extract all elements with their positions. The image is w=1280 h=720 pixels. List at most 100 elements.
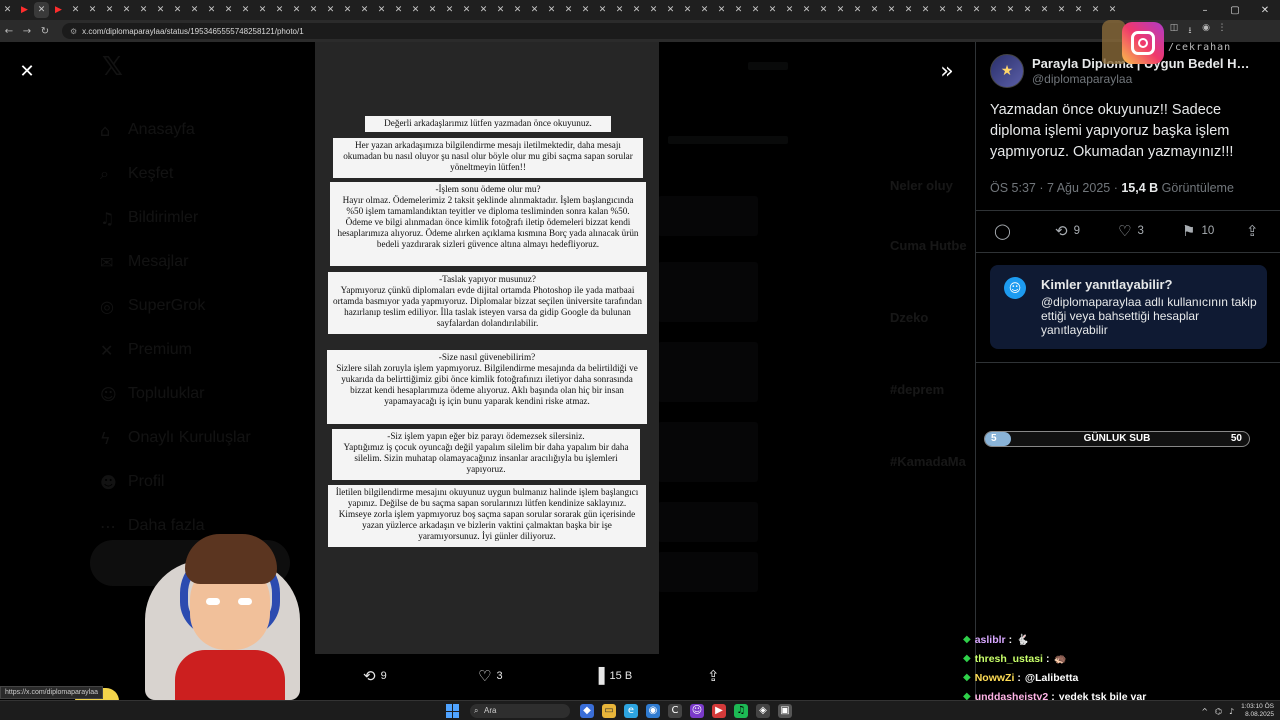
browser-tab[interactable]: ✕ bbox=[493, 2, 508, 18]
browser-tab[interactable]: ✕ bbox=[595, 2, 610, 18]
browser-tab[interactable]: ✕ bbox=[238, 2, 253, 18]
browser-tab[interactable]: ✕ bbox=[1020, 2, 1035, 18]
address-bar[interactable]: ⚙ x.com/diplomaparaylaa/status/195346555… bbox=[62, 23, 1142, 39]
back-icon[interactable]: ← bbox=[0, 26, 18, 37]
maximize-icon[interactable]: ▢ bbox=[1220, 5, 1250, 16]
browser-tab[interactable]: ✕ bbox=[1003, 2, 1018, 18]
browser-tab[interactable]: ✕ bbox=[697, 2, 712, 18]
clock[interactable]: 1:03:10 ÖS 8.08.2025 bbox=[1241, 703, 1274, 719]
forward-icon[interactable]: → bbox=[18, 26, 36, 37]
browser-tab[interactable]: ✕ bbox=[867, 2, 882, 18]
browser-tab[interactable]: ✕ bbox=[544, 2, 559, 18]
chat-username[interactable]: asliblr bbox=[975, 634, 1006, 646]
browser-tab[interactable]: ✕ bbox=[714, 2, 729, 18]
browser-tab[interactable]: ✕ bbox=[629, 2, 644, 18]
copilot-icon[interactable]: ◆ bbox=[580, 704, 594, 718]
menu-icon[interactable]: ⋮ bbox=[1214, 23, 1230, 39]
chat-username[interactable]: thresh_ustasi bbox=[975, 653, 1043, 665]
extension-icon[interactable]: ◫ bbox=[1166, 23, 1182, 39]
photo-retweet-button[interactable]: ⟲ 9 bbox=[363, 667, 387, 685]
browser-tab[interactable]: ✕ bbox=[170, 2, 185, 18]
browser-tab[interactable]: ✕ bbox=[1088, 2, 1103, 18]
start-button[interactable] bbox=[446, 704, 460, 718]
browser-tab[interactable]: ✕ bbox=[1037, 2, 1052, 18]
browser-tab[interactable]: ✕ bbox=[425, 2, 440, 18]
taskbar-search[interactable]: ⌕ Ara bbox=[470, 704, 570, 718]
browser-tab[interactable]: ✕ bbox=[680, 2, 695, 18]
browser-tab[interactable]: ✕ bbox=[510, 2, 525, 18]
browser-tab[interactable]: ✕ bbox=[884, 2, 899, 18]
close-icon[interactable]: ✕ bbox=[14, 58, 40, 84]
spotify-icon[interactable]: ♫ bbox=[734, 704, 748, 718]
browser-tab[interactable]: ✕ bbox=[357, 2, 372, 18]
browser-tab[interactable]: ▶ bbox=[51, 2, 66, 18]
browser-tab[interactable]: ✕ bbox=[272, 2, 287, 18]
browser-tab[interactable]: ✕ bbox=[833, 2, 848, 18]
browser-tab[interactable]: ✕ bbox=[1071, 2, 1086, 18]
file-explorer-icon[interactable]: ▭ bbox=[602, 704, 616, 718]
reply-button[interactable]: ◯ bbox=[994, 222, 1017, 240]
browser-tab[interactable]: ✕ bbox=[289, 2, 304, 18]
browser-tab[interactable]: ✕ bbox=[663, 2, 678, 18]
edge-icon[interactable]: e bbox=[624, 704, 638, 718]
browser-tab[interactable]: ✕ bbox=[187, 2, 202, 18]
close-window-icon[interactable]: ✕ bbox=[1250, 5, 1280, 16]
browser-tab[interactable]: ✕ bbox=[68, 2, 83, 18]
chevron-up-icon[interactable]: ^ bbox=[1201, 707, 1208, 716]
collapse-panel-icon[interactable]: » bbox=[934, 58, 960, 84]
browser-tab[interactable]: ✕ bbox=[969, 2, 984, 18]
browser-tab[interactable]: ✕ bbox=[1105, 2, 1120, 18]
browser-tab[interactable]: ▶ bbox=[17, 2, 32, 18]
browser-tab[interactable]: ✕ bbox=[306, 2, 321, 18]
browser-tab[interactable]: ✕ bbox=[102, 2, 117, 18]
browser-tab[interactable]: ✕ bbox=[578, 2, 593, 18]
browser-tab[interactable]: ✕ bbox=[0, 2, 15, 18]
app-icon[interactable]: ▶ bbox=[712, 704, 726, 718]
browser-tab[interactable]: ✕ bbox=[1054, 2, 1069, 18]
browser-tab[interactable]: ✕ bbox=[918, 2, 933, 18]
browser-tab[interactable]: ✕ bbox=[782, 2, 797, 18]
reload-icon[interactable]: ↻ bbox=[36, 26, 54, 37]
author-handle[interactable]: @diplomaparaylaa bbox=[1032, 72, 1252, 86]
share-button[interactable]: ⇪ bbox=[1246, 222, 1265, 240]
browser-tab[interactable]: ✕ bbox=[255, 2, 270, 18]
browser-tab[interactable]: ✕ bbox=[204, 2, 219, 18]
network-icon[interactable]: ⌬ bbox=[1215, 707, 1222, 716]
browser-tab[interactable]: ✕ bbox=[986, 2, 1001, 18]
bookmark-button[interactable]: ⚑ 10 bbox=[1182, 222, 1214, 240]
browser-tab[interactable]: ✕ bbox=[731, 2, 746, 18]
like-button[interactable]: ♡ 3 bbox=[1118, 222, 1144, 240]
browser-tab[interactable]: ✕ bbox=[459, 2, 474, 18]
browser-tab[interactable]: ✕ bbox=[527, 2, 542, 18]
browser-tab[interactable]: ✕ bbox=[340, 2, 355, 18]
volume-icon[interactable]: ♪ bbox=[1229, 707, 1234, 716]
site-info-icon[interactable]: ⚙ bbox=[70, 27, 77, 36]
browser-tab[interactable]: ✕ bbox=[952, 2, 967, 18]
profile-icon[interactable]: ◉ bbox=[1198, 23, 1214, 39]
browser-tab[interactable]: ✕ bbox=[935, 2, 950, 18]
photo-share-button[interactable]: ⇪ bbox=[707, 667, 725, 685]
discord-icon[interactable]: ☺ bbox=[690, 704, 704, 718]
download-icon[interactable]: ⭳ bbox=[1182, 23, 1198, 39]
browser-tab[interactable]: ✕ bbox=[561, 2, 576, 18]
app-icon[interactable]: ▣ bbox=[778, 704, 792, 718]
browser-tab[interactable]: ✕ bbox=[34, 2, 49, 18]
browser-tab[interactable]: ✕ bbox=[816, 2, 831, 18]
browser-tab[interactable]: ✕ bbox=[901, 2, 916, 18]
app-icon[interactable]: C bbox=[668, 704, 682, 718]
browser-tab[interactable]: ✕ bbox=[612, 2, 627, 18]
browser-tab[interactable]: ✕ bbox=[765, 2, 780, 18]
browser-tab[interactable]: ✕ bbox=[476, 2, 491, 18]
photo-like-button[interactable]: ♡ 3 bbox=[478, 667, 503, 685]
minimize-icon[interactable]: – bbox=[1190, 5, 1220, 16]
browser-tab[interactable]: ✕ bbox=[221, 2, 236, 18]
tweet-time[interactable]: ÖS 5:37 · 7 Ağu 2025 · bbox=[990, 181, 1121, 195]
browser-tab[interactable]: ✕ bbox=[408, 2, 423, 18]
browser-tab[interactable]: ✕ bbox=[850, 2, 865, 18]
browser-tab[interactable]: ✕ bbox=[153, 2, 168, 18]
browser-tab[interactable]: ✕ bbox=[323, 2, 338, 18]
avatar[interactable]: ★ bbox=[990, 54, 1024, 88]
photo-views-button[interactable]: ▐ 15 B bbox=[593, 667, 632, 685]
browser-tab[interactable]: ✕ bbox=[748, 2, 763, 18]
chat-username[interactable]: NowwZi bbox=[975, 672, 1015, 684]
